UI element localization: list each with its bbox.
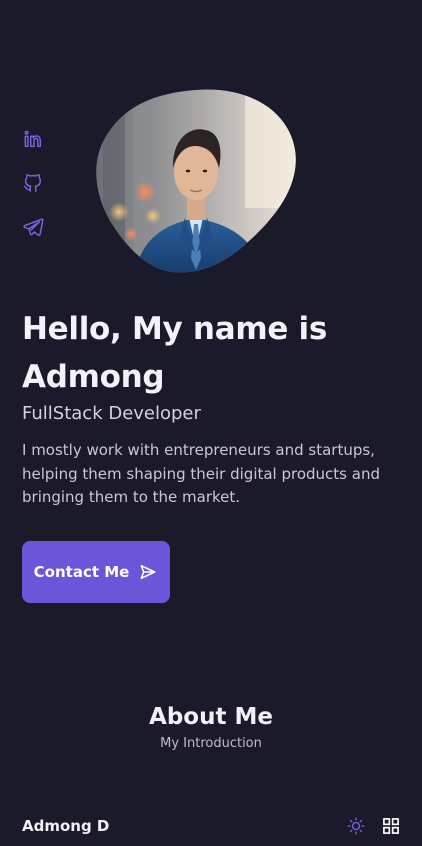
about-section-title: About Me — [149, 704, 273, 730]
grid-menu-icon — [383, 818, 399, 834]
social-links — [22, 128, 44, 238]
contact-button[interactable]: Contact Me — [22, 541, 170, 603]
profile-photo — [95, 88, 297, 274]
send-icon — [140, 564, 156, 580]
about-section-subtitle: My Introduction — [160, 736, 262, 751]
linkedin-link[interactable] — [22, 128, 44, 150]
telegram-icon — [23, 218, 44, 237]
github-icon — [24, 174, 42, 192]
linkedin-icon — [24, 130, 42, 148]
telegram-link[interactable] — [22, 216, 44, 238]
bottom-nav: Admong D — [0, 808, 422, 846]
contact-button-label: Contact Me — [33, 563, 130, 581]
sun-icon — [347, 817, 365, 835]
menu-toggle-button[interactable] — [381, 816, 401, 836]
hero-description: I mostly work with entrepreneurs and sta… — [22, 441, 380, 506]
theme-toggle-button[interactable] — [346, 816, 366, 836]
github-link[interactable] — [22, 172, 44, 194]
hero-subtitle: FullStack Developer — [22, 403, 201, 424]
hero-title: Hello, My name is Admong — [22, 311, 328, 395]
brand-logo[interactable]: Admong D — [22, 817, 109, 835]
